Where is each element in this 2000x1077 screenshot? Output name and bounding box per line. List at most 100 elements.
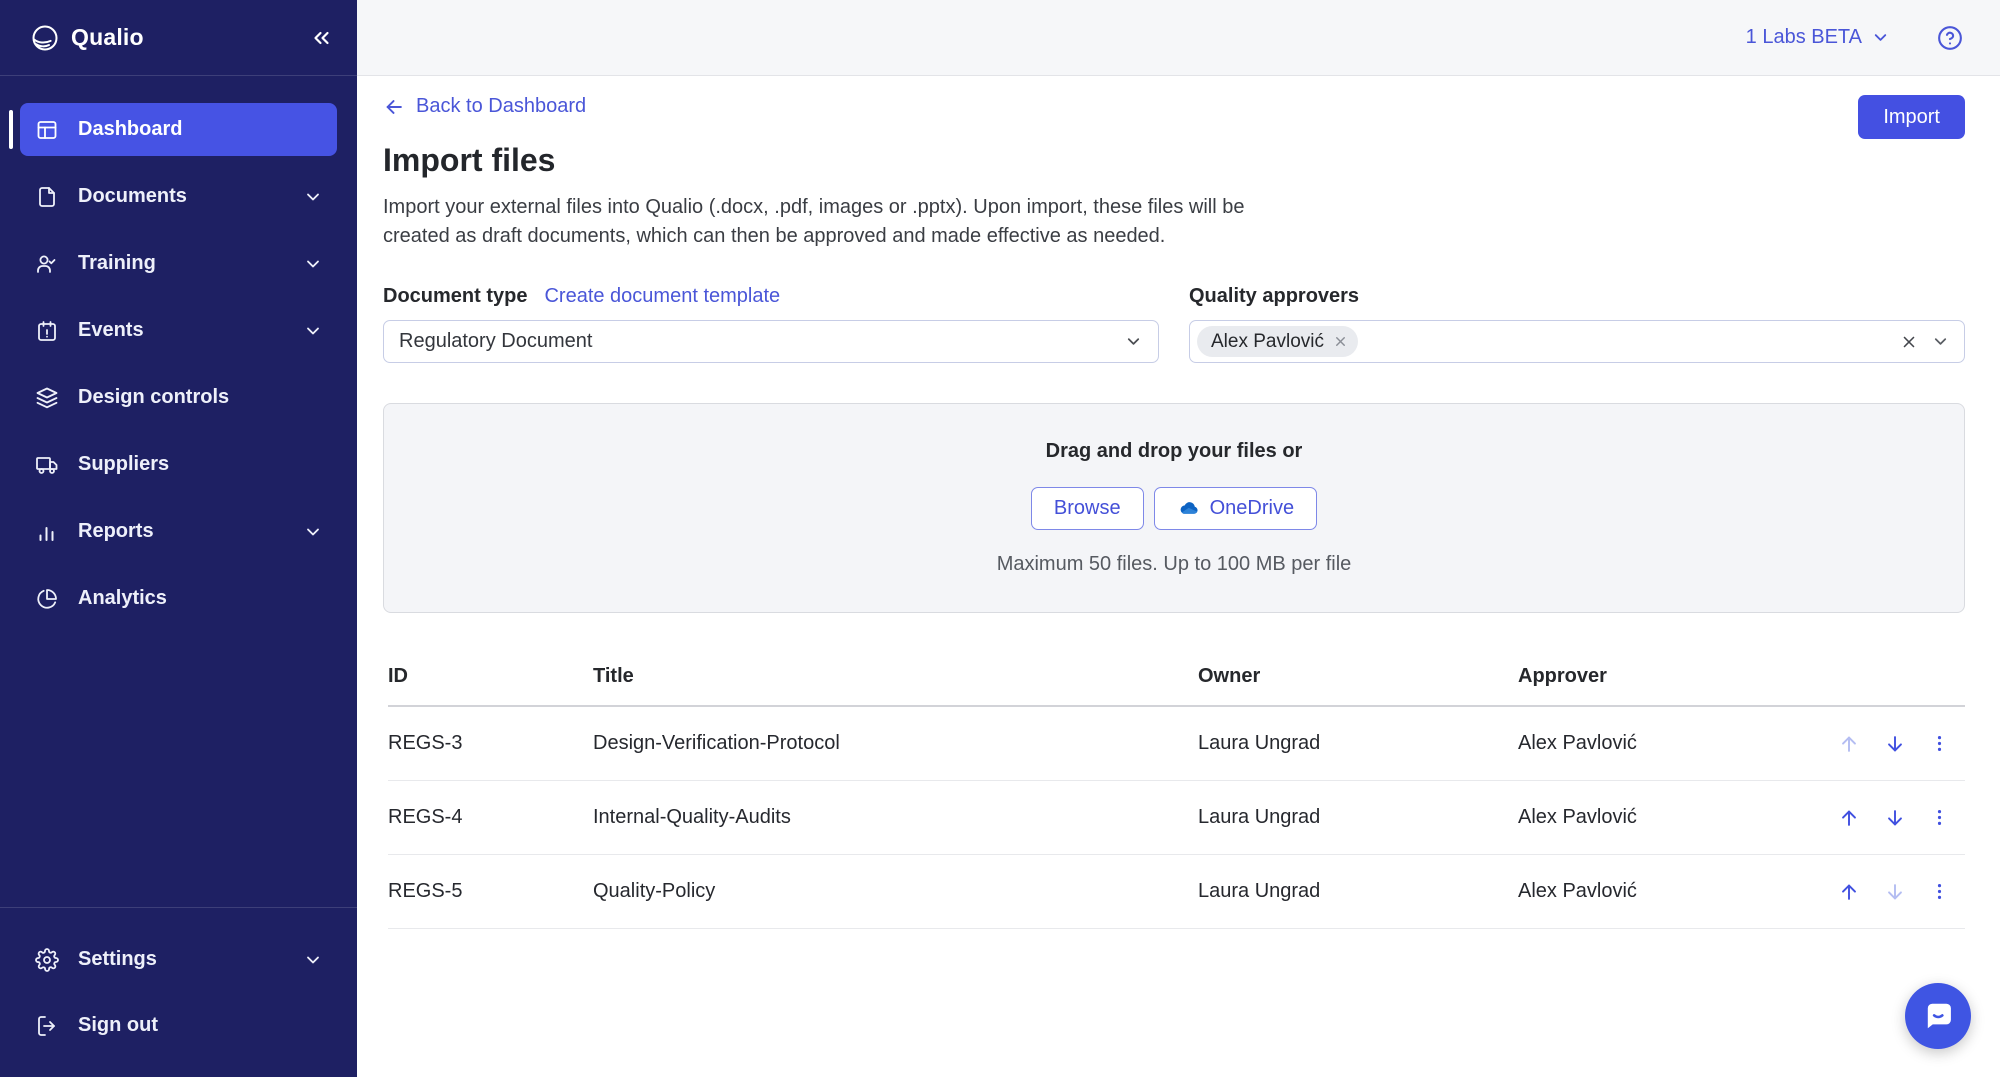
cell-title: Design-Verification-Protocol — [593, 732, 1198, 755]
import-form-row: Document type Create document template R… — [383, 285, 1965, 363]
arrow-left-icon — [383, 96, 405, 118]
cell-owner: Laura Ungrad — [1198, 732, 1518, 755]
org-switcher[interactable]: 1 Labs BETA — [1746, 26, 1890, 49]
sidebar-item-events[interactable]: Events — [20, 304, 337, 357]
sidebar-item-label: Settings — [78, 948, 157, 971]
sidebar-item-dashboard[interactable]: Dashboard — [20, 103, 337, 156]
sidebar-item-suppliers[interactable]: Suppliers — [20, 438, 337, 491]
table-row: REGS-3 Design-Verification-Protocol Laur… — [388, 707, 1965, 781]
cell-approver: Alex Pavlović — [1518, 806, 1838, 829]
approver-chip: Alex Pavlović — [1197, 326, 1358, 357]
sign-out-icon — [35, 1014, 59, 1038]
row-actions — [1838, 733, 1974, 755]
cell-id: REGS-3 — [388, 732, 593, 755]
chevron-down-icon — [1124, 332, 1143, 351]
kebab-menu-icon[interactable] — [1930, 734, 1949, 753]
chevron-down-icon — [303, 187, 323, 207]
topbar: 1 Labs BETA — [357, 0, 2000, 76]
move-down-icon[interactable] — [1884, 807, 1906, 829]
browse-button-label: Browse — [1054, 497, 1121, 520]
file-dropzone[interactable]: Drag and drop your files or Browse OneDr… — [383, 403, 1965, 613]
table-row: REGS-4 Internal-Quality-Audits Laura Ung… — [388, 781, 1965, 855]
onedrive-button-label: OneDrive — [1210, 497, 1294, 520]
sidebar-item-settings[interactable]: Settings — [20, 933, 337, 986]
document-icon — [35, 185, 59, 209]
approver-chip-label: Alex Pavlović — [1211, 331, 1324, 353]
calendar-alert-icon — [35, 319, 59, 343]
move-down-icon[interactable] — [1884, 733, 1906, 755]
sidebar-header: Qualio — [0, 0, 357, 76]
clear-all-icon[interactable] — [1900, 333, 1918, 351]
gear-icon — [35, 948, 59, 972]
cell-id: REGS-4 — [388, 806, 593, 829]
chevron-down-icon — [303, 321, 323, 341]
dropzone-caption: Maximum 50 files. Up to 100 MB per file — [997, 553, 1352, 576]
sidebar-item-label: Documents — [78, 185, 187, 208]
kebab-menu-icon[interactable] — [1930, 882, 1949, 901]
dashboard-icon — [35, 118, 59, 142]
import-files-table: ID Title Owner Approver REGS-3 Design-Ve… — [383, 665, 1965, 929]
app-title: Qualio — [71, 24, 144, 51]
quality-approvers-label: Quality approvers — [1189, 285, 1359, 308]
user-check-icon — [35, 252, 59, 276]
sidebar-item-label: Events — [78, 319, 144, 342]
sidebar-item-documents[interactable]: Documents — [20, 170, 337, 223]
sidebar-item-analytics[interactable]: Analytics — [20, 572, 337, 625]
chevron-down-icon[interactable] — [1931, 332, 1950, 351]
cell-owner: Laura Ungrad — [1198, 806, 1518, 829]
column-header-id: ID — [388, 665, 593, 688]
onedrive-cloud-icon — [1177, 497, 1200, 520]
sidebar-collapse-button[interactable] — [309, 26, 333, 50]
create-document-template-link[interactable]: Create document template — [544, 285, 780, 308]
cell-id: REGS-5 — [388, 880, 593, 903]
quality-approvers-field: Quality approvers Alex Pavlović — [1189, 285, 1965, 363]
dropzone-buttons: Browse OneDrive — [1031, 487, 1317, 530]
browse-button[interactable]: Browse — [1031, 487, 1144, 530]
qualio-logo-icon — [30, 23, 60, 53]
sidebar-item-reports[interactable]: Reports — [20, 505, 337, 558]
column-header-owner: Owner — [1198, 665, 1518, 688]
chat-launcher-button[interactable] — [1905, 983, 1971, 1049]
page-description: Import your external files into Qualio (… — [383, 193, 1288, 251]
chip-remove-icon[interactable] — [1333, 334, 1348, 349]
cell-title: Internal-Quality-Audits — [593, 806, 1198, 829]
sidebar-item-label: Suppliers — [78, 453, 169, 476]
sidebar-item-sign-out[interactable]: Sign out — [20, 999, 337, 1052]
move-up-icon[interactable] — [1838, 881, 1860, 903]
sidebar-item-label: Sign out — [78, 1014, 158, 1037]
table-header-row: ID Title Owner Approver — [388, 665, 1965, 707]
onedrive-button[interactable]: OneDrive — [1154, 487, 1317, 530]
chevron-down-icon — [303, 950, 323, 970]
move-up-icon[interactable] — [1838, 807, 1860, 829]
document-type-field: Document type Create document template R… — [383, 285, 1159, 363]
main-area: 1 Labs BETA — [357, 0, 2000, 1077]
sidebar-nav: Dashboard Documents — [0, 76, 357, 907]
double-chevron-left-icon — [309, 26, 333, 50]
chevron-down-icon — [1871, 28, 1890, 47]
back-to-dashboard-link[interactable]: Back to Dashboard — [383, 95, 586, 118]
sidebar: Qualio Dashboard — [0, 0, 357, 1077]
kebab-menu-icon[interactable] — [1930, 808, 1949, 827]
document-type-value: Regulatory Document — [399, 330, 592, 353]
document-type-select[interactable]: Regulatory Document — [383, 320, 1159, 363]
bar-chart-icon — [35, 520, 59, 544]
document-type-label: Document type — [383, 285, 527, 308]
row-actions — [1838, 807, 1974, 829]
sidebar-item-design-controls[interactable]: Design controls — [20, 371, 337, 424]
import-button[interactable]: Import — [1858, 95, 1965, 139]
dropzone-heading: Drag and drop your files or — [1046, 440, 1303, 463]
table-row: REGS-5 Quality-Policy Laura Ungrad Alex … — [388, 855, 1965, 929]
help-button[interactable] — [1936, 24, 1964, 52]
chat-bubble-icon — [1920, 998, 1956, 1034]
page-content: Back to Dashboard Import Import files Im… — [357, 76, 2000, 1077]
truck-icon — [35, 453, 59, 477]
sidebar-item-training[interactable]: Training — [20, 237, 337, 290]
quality-approvers-select[interactable]: Alex Pavlović — [1189, 320, 1965, 363]
sidebar-item-label: Reports — [78, 520, 154, 543]
sidebar-footer: Settings Sign out — [0, 907, 357, 1077]
cell-owner: Laura Ungrad — [1198, 880, 1518, 903]
column-header-approver: Approver — [1518, 665, 1838, 688]
sidebar-item-label: Analytics — [78, 587, 167, 610]
cell-approver: Alex Pavlović — [1518, 732, 1838, 755]
pie-chart-icon — [35, 587, 59, 611]
